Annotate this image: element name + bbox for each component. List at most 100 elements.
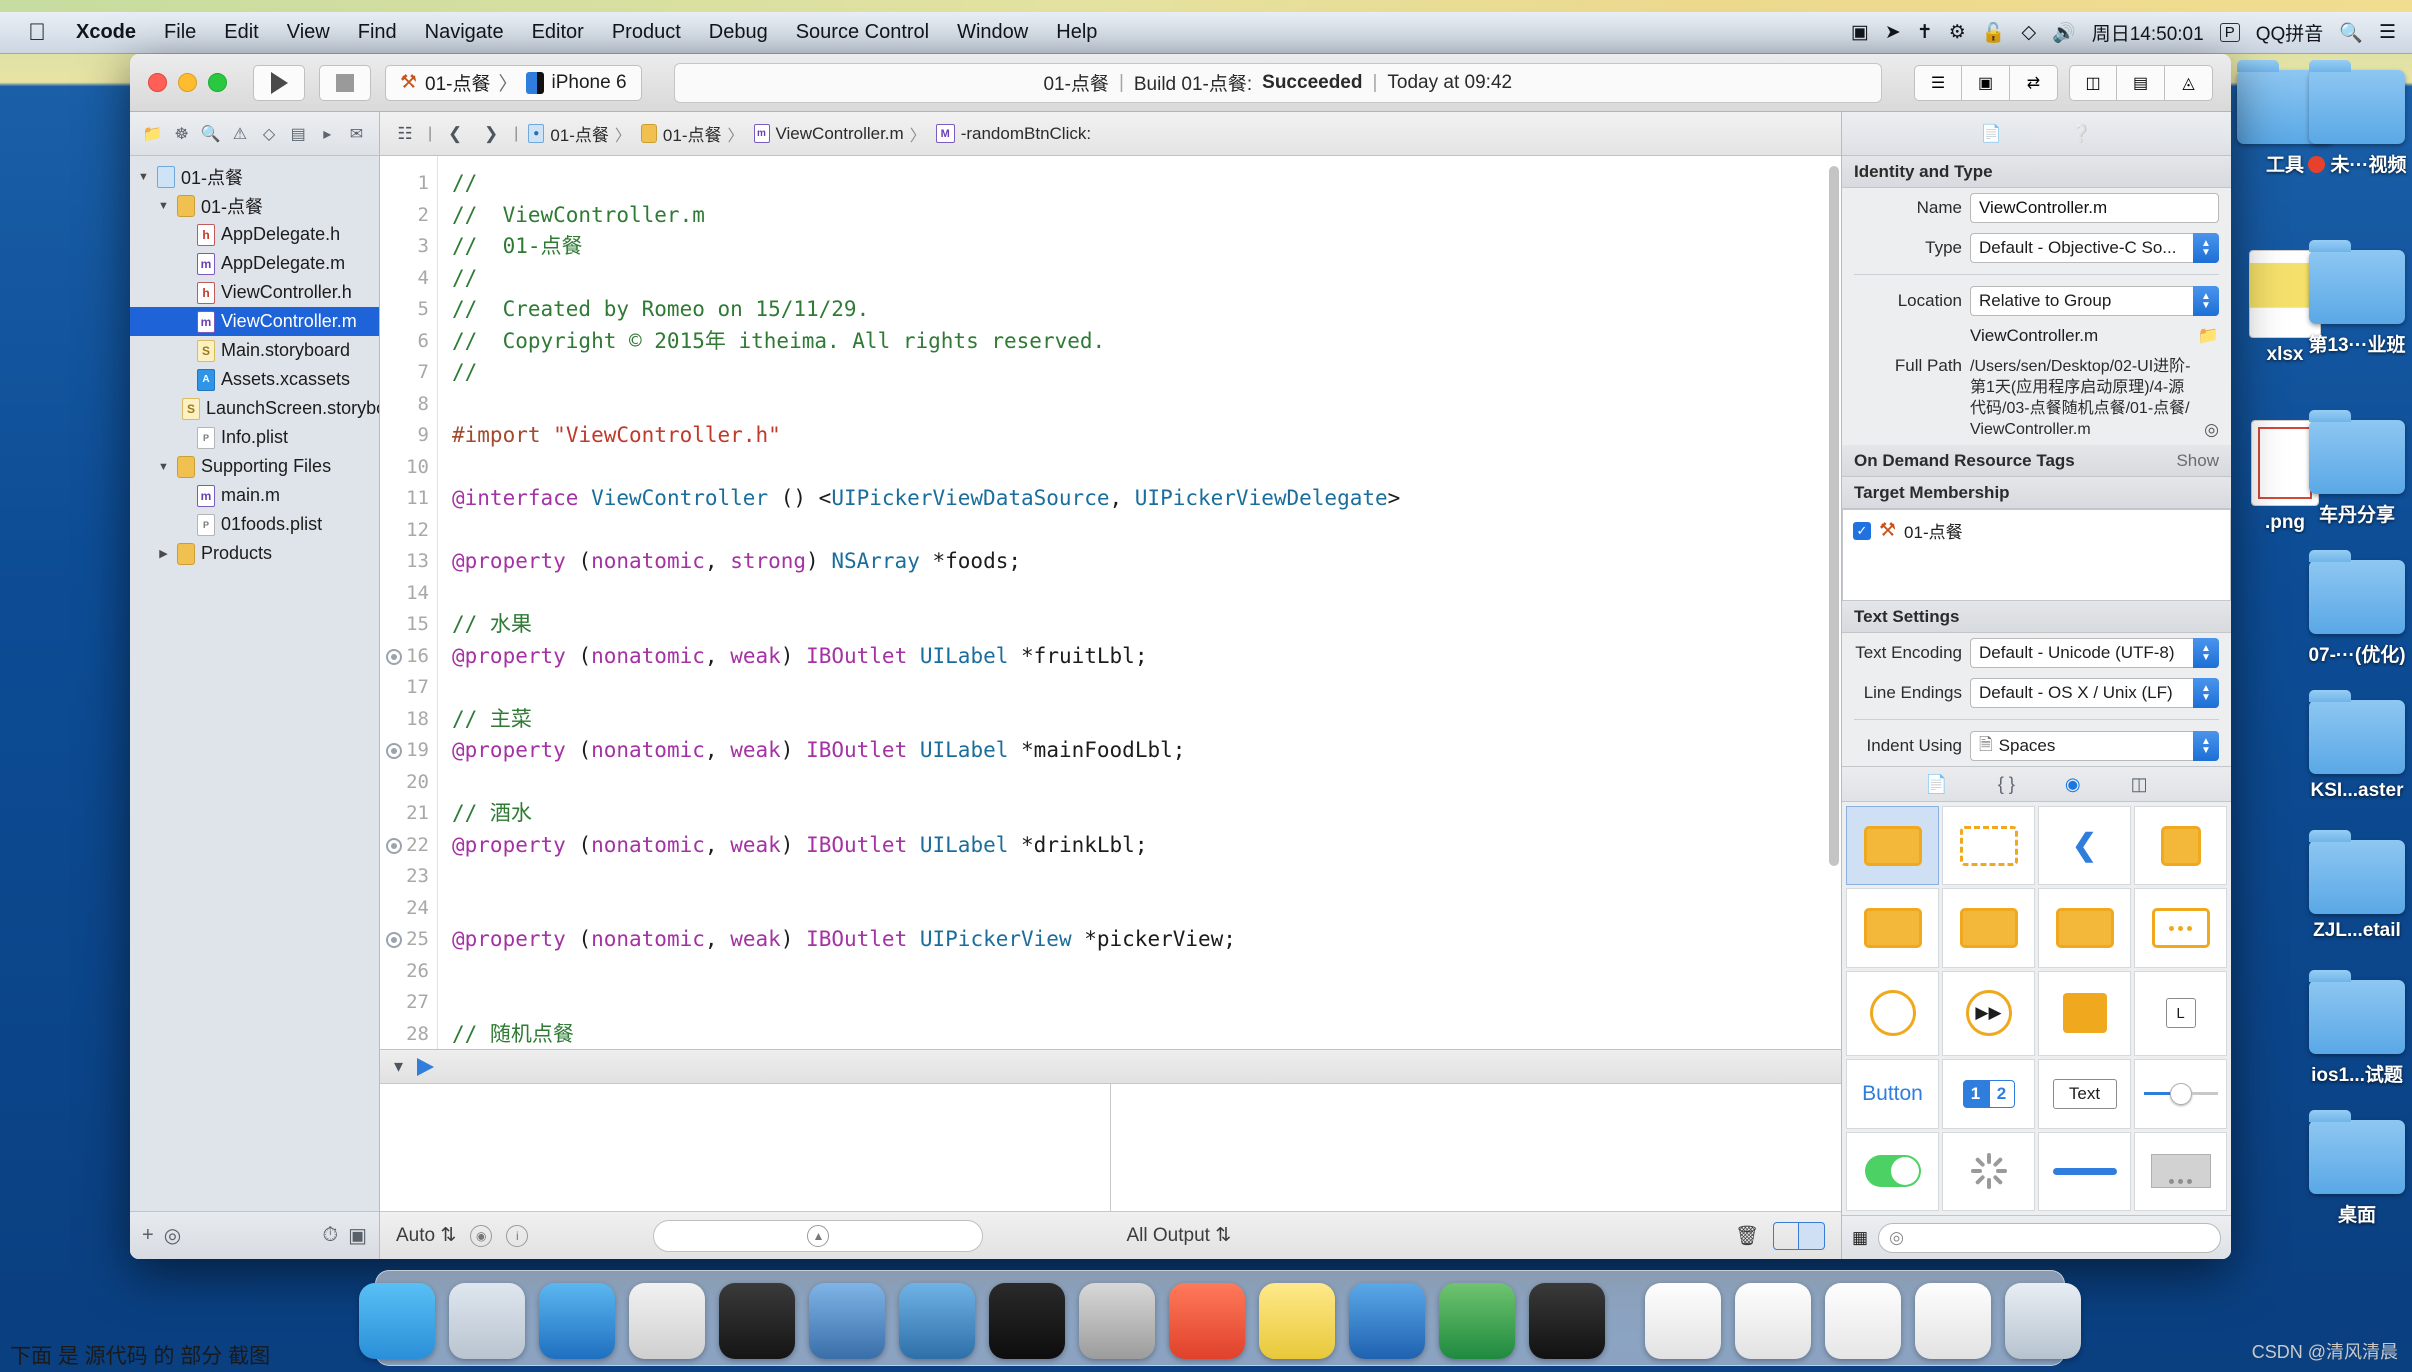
dock-app-imovie-icon[interactable] <box>719 1283 795 1359</box>
dock-doc-keynote-icon[interactable] <box>1645 1283 1721 1359</box>
dock-app-word-icon[interactable] <box>1349 1283 1425 1359</box>
file-inspector-icon[interactable]: 📄 <box>1977 119 2007 149</box>
choose-folder-icon[interactable]: 📁 <box>2198 326 2219 346</box>
add-icon[interactable]: + <box>142 1224 154 1247</box>
disclosure-triangle-icon[interactable]: ▼ <box>156 461 171 473</box>
dock-app-notes-icon[interactable] <box>1259 1283 1335 1359</box>
tree-item-launchscreen.storyboard[interactable]: S LaunchScreen.storyboard <box>130 394 379 423</box>
screen-recording-icon[interactable]: ▣ <box>1851 21 1869 44</box>
pane-utilities-icon[interactable]: ◬ <box>2165 64 2213 101</box>
show-link[interactable]: Show <box>2176 451 2219 471</box>
breadcrumb-file[interactable]: m ViewController.m 〉 <box>753 122 926 146</box>
tree-item-main.storyboard[interactable]: S Main.storyboard <box>130 336 379 365</box>
endings-popup[interactable]: Default - OS X / Unix (LF) ▲ ▼ <box>1970 678 2219 708</box>
menu-item-edit[interactable]: Edit <box>210 21 272 44</box>
tree-item-viewcontroller.h[interactable]: h ViewController.h <box>130 278 379 307</box>
breakpoint-marker-icon[interactable] <box>386 837 402 854</box>
tree-item-01foods.plist[interactable]: P 01foods.plist <box>130 510 379 539</box>
type-popup[interactable]: Default - Objective-C So... ▲ ▼ <box>1970 233 2219 263</box>
library-item-switch[interactable] <box>1846 1131 1939 1211</box>
console-view[interactable] <box>1111 1084 1841 1211</box>
variables-scope-label[interactable]: Auto ⇅ <box>396 1224 456 1247</box>
library-item-text-field[interactable]: Text <box>2038 1059 2131 1129</box>
library-item-button[interactable]: Button <box>1846 1059 1939 1129</box>
name-input[interactable]: ViewController.m <box>1970 193 2219 223</box>
trash-icon[interactable]: 🗑 <box>1735 1224 1759 1248</box>
bluetooth-icon[interactable]: ⚙ <box>1949 21 1966 44</box>
library-view-toggle-icon[interactable]: ▦ <box>1852 1228 1868 1248</box>
code-snippet-library-icon[interactable]: { } <box>1998 774 2015 795</box>
editor-assistant-icon[interactable]: ▣ <box>1962 64 2010 101</box>
unsaved-files-icon[interactable]: ▣ <box>348 1223 367 1248</box>
library-item-image-view[interactable] <box>1846 970 1939 1057</box>
dock-app-help-icon[interactable] <box>1169 1283 1245 1359</box>
reveal-in-finder-icon[interactable]: ◎ <box>2204 420 2219 440</box>
library-item-view-dashed[interactable] <box>1942 806 2035 886</box>
target-membership-list[interactable]: ✓ ⚒ 01-点餐 <box>1842 509 2231 601</box>
checkbox-checked-icon[interactable]: ✓ <box>1853 521 1871 540</box>
tab-debug-navigator[interactable]: ▤ <box>284 119 313 149</box>
desktop-icon-desktop-folder[interactable]: 桌面 <box>2282 1110 2412 1227</box>
tree-item-supportingfiles[interactable]: ▼ Supporting Files <box>130 452 379 481</box>
breadcrumb-project[interactable]: ● 01-点餐 〉 <box>528 121 631 146</box>
menu-item-product[interactable]: Product <box>598 21 695 44</box>
volume-icon[interactable]: 🔊 <box>2052 21 2076 45</box>
disclosure-triangle-icon[interactable]: ▶ <box>156 547 171 560</box>
dock-app-xcode-icon[interactable] <box>809 1283 885 1359</box>
location-arrow-icon[interactable]: ➤ <box>1885 21 1901 44</box>
source-code-text[interactable]: // // ViewController.m // 01-点餐 // // Cr… <box>438 156 1841 1049</box>
tab-find-navigator[interactable]: 🔍 <box>196 119 225 149</box>
library-item-view-object[interactable] <box>1846 806 1939 886</box>
media-library-icon[interactable]: ◫ <box>2131 774 2148 795</box>
encoding-popup[interactable]: Default - Unicode (UTF-8) ▲ ▼ <box>1970 638 2219 668</box>
library-item-stepper[interactable] <box>2134 1131 2227 1211</box>
lock-icon[interactable]: 🔓 <box>1982 21 2006 45</box>
library-search-input[interactable]: ◎ <box>1878 1222 2221 1253</box>
breadcrumb-group[interactable]: 01-点餐 〉 <box>640 121 744 146</box>
code-editor[interactable]: 1 2 3 4 5 6 7 8 9 10 11 12 13 14 15 16 17 18 19 20 21 22 23 24 2… <box>380 156 1841 1049</box>
tree-item-appdelegate.m[interactable]: m AppDelegate.m <box>130 249 379 278</box>
dock-app-excel-icon[interactable] <box>1439 1283 1515 1359</box>
dropbox-icon[interactable]: ◇ <box>2021 21 2036 44</box>
menu-item-source-control[interactable]: Source Control <box>782 21 943 44</box>
object-library-icon[interactable]: ◉ <box>2065 774 2081 795</box>
line-number-gutter[interactable]: 1 2 3 4 5 6 7 8 9 10 11 12 13 14 15 16 17 18 19 20 21 22 23 24 2… <box>380 156 438 1049</box>
desktop-icon-video-folder[interactable]: 未···视频 <box>2282 60 2412 177</box>
tree-item-info.plist[interactable]: P Info.plist <box>130 423 379 452</box>
editor-version-icon[interactable]: ⇄ <box>2010 64 2058 101</box>
pane-navigator-icon[interactable]: ◫ <box>2069 64 2117 101</box>
quick-help-icon[interactable]: ❔ <box>2067 119 2097 149</box>
tree-item-assets.xcassets[interactable]: A Assets.xcassets <box>130 365 379 394</box>
library-item-activity-indicator[interactable] <box>1942 1131 2035 1211</box>
pane-debug-icon[interactable]: ▤ <box>2117 64 2165 101</box>
breadcrumb-symbol[interactable]: M -randomBtnClick: <box>935 124 1091 144</box>
desktop-icon-class-folder[interactable]: 第13···业班 <box>2282 240 2412 357</box>
menu-bar-clock[interactable]: 周日14:50:01 <box>2092 19 2204 46</box>
library-item-segmented-control[interactable]: 1 2 <box>1942 1059 2035 1129</box>
input-source-label[interactable]: QQ拼音 <box>2256 19 2324 46</box>
variables-pane-icon[interactable] <box>1773 1221 1799 1250</box>
scheme-selector[interactable]: ⚒ 01-点餐 〉 iPhone 6 <box>385 64 642 101</box>
chevron-right-icon[interactable]: ❯ <box>478 121 504 147</box>
disclosure-triangle-icon[interactable]: ▼ <box>156 200 171 212</box>
dock-app-launchpad-icon[interactable] <box>449 1283 525 1359</box>
dock-app-editor-icon[interactable] <box>1529 1283 1605 1359</box>
chevron-left-icon[interactable]: ❮ <box>442 121 468 147</box>
location-popup[interactable]: Relative to Group ▲ ▼ <box>1970 286 2219 316</box>
tab-breakpoint-navigator[interactable]: ▸ <box>313 119 342 149</box>
library-item-page-control[interactable] <box>2038 888 2131 968</box>
menu-item-debug[interactable]: Debug <box>695 21 782 44</box>
editor-scrollbar[interactable] <box>1829 166 1839 866</box>
menu-item-window[interactable]: Window <box>943 21 1042 44</box>
dock-trash-icon[interactable] <box>2005 1283 2081 1359</box>
library-item-player[interactable]: ▶▶ <box>1942 970 2035 1057</box>
recent-files-icon[interactable]: ⏱ <box>322 1224 338 1247</box>
desktop-icon-ios-folder[interactable]: ios1...试题 <box>2282 970 2412 1087</box>
desktop-icon-07-folder[interactable]: 07-···(优化) <box>2282 550 2412 667</box>
indent-popup[interactable]: 🗎 Spaces ▲ ▼ <box>1970 731 2219 761</box>
variables-filter-input[interactable]: ▲ <box>653 1219 984 1252</box>
run-button[interactable] <box>253 64 305 101</box>
library-item-collection-view[interactable] <box>1846 888 1939 968</box>
menu-item-view[interactable]: View <box>273 21 344 44</box>
desktop-icon-share-folder[interactable]: 车丹分享 <box>2282 410 2412 527</box>
